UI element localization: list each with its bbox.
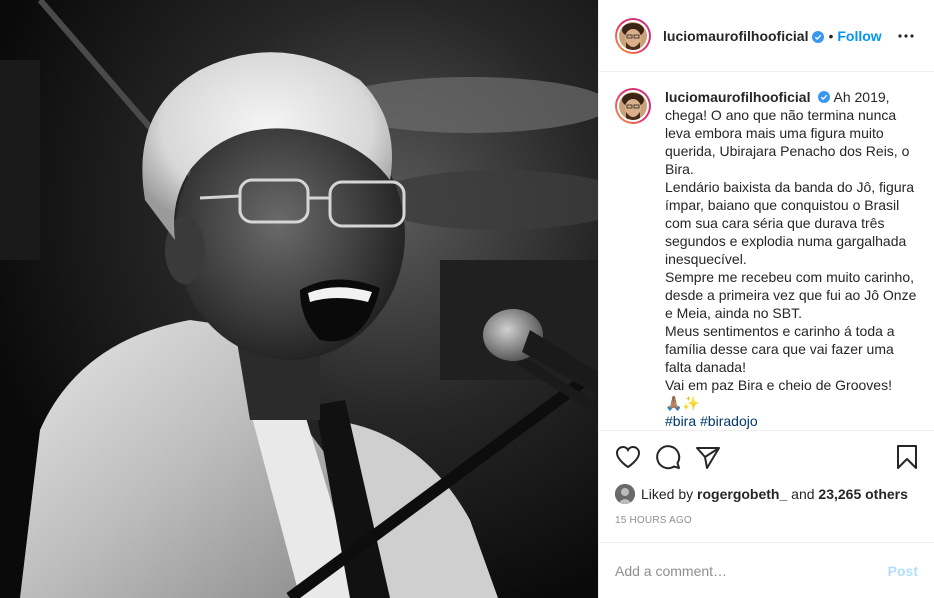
follow-button[interactable]: Follow [837, 28, 881, 44]
action-icons-row [615, 437, 918, 477]
post-timestamp[interactable]: 15 HOURS AGO [615, 515, 918, 533]
bookmark-icon[interactable] [878, 437, 918, 477]
instagram-post: luciomaurofilhooficial • Follow luciomau… [0, 0, 934, 598]
author-username[interactable]: luciomaurofilhooficial [663, 28, 808, 44]
caption-row: luciomaurofilhooficial Ah 2019, chega! O… [615, 88, 918, 430]
caption-hashtags[interactable]: #bira #biradojo [665, 412, 918, 430]
add-comment-box: Post [599, 542, 934, 598]
musician-photo-illustration [0, 0, 598, 598]
more-options-icon[interactable] [894, 24, 918, 48]
caption-author-avatar[interactable] [615, 88, 651, 124]
post-photo[interactable] [0, 0, 598, 598]
caption-username[interactable]: luciomaurofilhooficial [665, 89, 810, 105]
comment-input[interactable] [615, 562, 888, 579]
caption-avatar-image [619, 92, 647, 120]
verified-badge-icon [812, 30, 825, 43]
liked-by-user[interactable]: rogergobeth_ [697, 486, 787, 502]
author-avatar-image [619, 21, 647, 50]
caption-line: Lendário baixista da banda do Jô, figura… [665, 179, 915, 267]
liked-by-prefix: Liked by [641, 486, 694, 502]
comments-section: luciomaurofilhooficial Ah 2019, chega! O… [599, 72, 934, 430]
post-caption: luciomaurofilhooficial Ah 2019, chega! O… [665, 88, 918, 430]
likes-count[interactable]: 23,265 others [818, 486, 908, 502]
author-avatar[interactable] [615, 17, 651, 54]
liker-avatar[interactable] [615, 484, 635, 504]
likes-summary: Liked by rogergobeth_ and 23,265 others [615, 483, 918, 505]
comment-bubble-icon[interactable] [655, 437, 695, 477]
liked-by-and: and [791, 486, 815, 502]
paper-plane-icon[interactable] [695, 437, 735, 477]
caption-line: Vai em paz Bira e cheio de Grooves! [665, 377, 892, 393]
heart-icon[interactable] [615, 437, 655, 477]
caption-line: Sempre me recebeu com muito carinho, des… [665, 269, 917, 321]
post-header: luciomaurofilhooficial • Follow [599, 0, 934, 72]
caption-emoji: 🙏🏽✨ [665, 395, 700, 411]
separator-dot: • [828, 27, 834, 44]
post-comment-button[interactable]: Post [888, 563, 918, 579]
post-details-panel: luciomaurofilhooficial • Follow luciomau… [598, 0, 934, 598]
post-actions: Liked by rogergobeth_ and 23,265 others … [599, 430, 934, 533]
caption-line: Meus sentimentos e carinho á toda a famí… [665, 323, 895, 375]
verified-badge-icon [818, 89, 831, 103]
